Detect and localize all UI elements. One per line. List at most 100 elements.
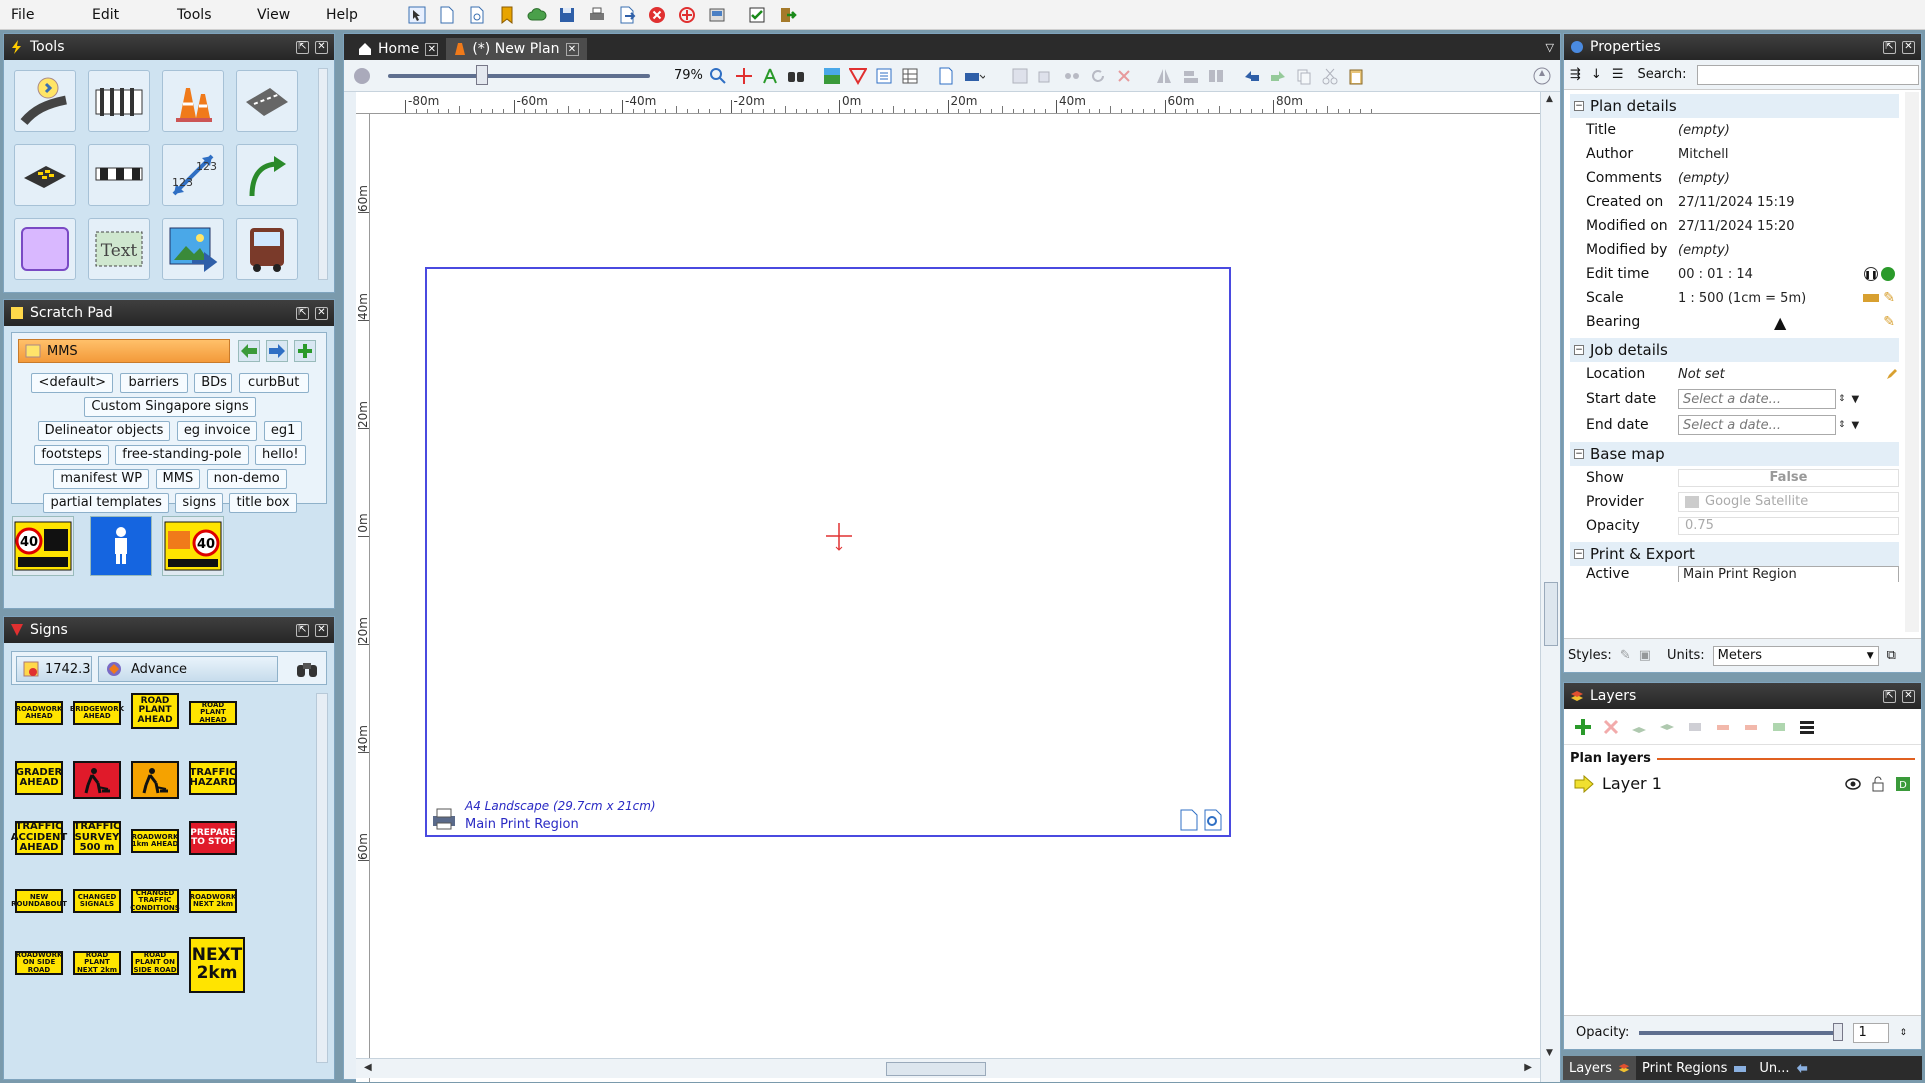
- lock-icon[interactable]: [1871, 776, 1885, 792]
- pin-icon[interactable]: ⇱: [296, 40, 309, 54]
- globe-icon[interactable]: [354, 67, 370, 84]
- show-toggle[interactable]: False: [1678, 469, 1899, 487]
- sign-category-select[interactable]: Advance: [98, 656, 278, 682]
- pin-icon[interactable]: ⇱: [1883, 40, 1896, 54]
- sign-item[interactable]: TRAFFIC HAZARD: [189, 761, 237, 795]
- section-job-details[interactable]: − Job details: [1570, 338, 1899, 362]
- reset-icon[interactable]: [1881, 267, 1895, 281]
- undo-icon[interactable]: [1243, 67, 1261, 85]
- edit-icon[interactable]: [1885, 367, 1899, 381]
- tab-new-plan[interactable]: (*) New Plan ✕: [446, 38, 587, 60]
- crosshair-icon[interactable]: [735, 67, 753, 85]
- close-icon[interactable]: ✕: [315, 306, 328, 320]
- tabs-dropdown-icon[interactable]: ▽: [1546, 41, 1554, 54]
- close-icon[interactable]: ✕: [315, 623, 328, 637]
- properties-scrollbar[interactable]: [1905, 92, 1919, 632]
- property-row[interactable]: Created on 27/11/2024 15:19: [1570, 190, 1899, 214]
- image-tool-icon[interactable]: [162, 218, 224, 280]
- close-icon[interactable]: ✕: [1902, 689, 1915, 703]
- d-badge-icon[interactable]: D: [1895, 776, 1911, 792]
- menu-edit[interactable]: Edit: [82, 0, 167, 30]
- filter-icon[interactable]: [848, 67, 867, 85]
- pin-icon[interactable]: ⇱: [1883, 689, 1896, 703]
- open-icon[interactable]: [464, 3, 490, 27]
- road-light-tool-icon[interactable]: [14, 70, 76, 132]
- property-value[interactable]: 1 : 500 (1cm = 5m): [1678, 291, 1863, 306]
- pin-icon[interactable]: ⇱: [296, 623, 309, 637]
- export-icon[interactable]: [614, 3, 640, 27]
- calendar-dropdown-icon[interactable]: ▼: [1852, 394, 1860, 405]
- menu-tools[interactable]: Tools: [167, 0, 247, 30]
- sign-item[interactable]: ROADWORK ON SIDE ROAD: [15, 951, 63, 975]
- select-icon[interactable]: [404, 3, 430, 27]
- calendar-dropdown-icon[interactable]: ▼: [1852, 420, 1860, 431]
- property-row[interactable]: Edit time 00 : 01 : 14 ❚❚: [1570, 262, 1899, 286]
- sign-item[interactable]: BRIDGEWORK AHEAD: [70, 701, 124, 725]
- sign-code-select[interactable]: 1742.3: [16, 656, 92, 682]
- check-icon[interactable]: [744, 3, 770, 27]
- sign-item[interactable]: TRAFFIC ACCIDENT AHEAD: [11, 821, 67, 855]
- target-icon[interactable]: [674, 3, 700, 27]
- scanner-icon[interactable]: [704, 3, 730, 27]
- scratch-chip[interactable]: <default>: [31, 373, 114, 393]
- layer-opacity-slider-thumb[interactable]: [1833, 1022, 1844, 1041]
- location-value[interactable]: Not set: [1678, 367, 1885, 382]
- sign-item[interactable]: CHANGED TRAFFIC CONDITIONS: [130, 889, 180, 913]
- tab-home[interactable]: Home ✕: [350, 38, 446, 60]
- scratch-item-roadwork-40[interactable]: 40: [162, 516, 224, 576]
- layer-row[interactable]: Layer 1 D: [1564, 766, 1921, 793]
- edit-icon[interactable]: ✎: [1883, 314, 1895, 330]
- property-value[interactable]: Mitchell: [1678, 147, 1899, 162]
- cones-tool-icon[interactable]: [162, 70, 224, 132]
- scratch-chip[interactable]: MMS: [155, 469, 201, 489]
- ruler-icon[interactable]: [1863, 294, 1880, 302]
- provider-select[interactable]: Google Satellite: [1678, 492, 1899, 512]
- layer-opacity-slider[interactable]: [1639, 1022, 1844, 1041]
- sign-item[interactable]: ROAD PLANT NEXT 2km: [73, 951, 121, 975]
- property-value[interactable]: 00 : 01 : 14: [1678, 267, 1864, 282]
- scratch-chip[interactable]: title box: [229, 493, 297, 513]
- section-plan-details[interactable]: − Plan details: [1570, 94, 1899, 118]
- canvas-vscroll-thumb[interactable]: [1544, 582, 1558, 646]
- sign-item[interactable]: ROAD PLANT AHEAD: [189, 701, 237, 725]
- table-icon[interactable]: [901, 67, 919, 85]
- spin-icon[interactable]: ⇕: [1838, 420, 1846, 430]
- section-base-map[interactable]: − Base map: [1570, 442, 1899, 466]
- layer-opacity-input[interactable]: 1: [1853, 1022, 1890, 1043]
- add-folder-icon[interactable]: [294, 340, 316, 362]
- paste-icon[interactable]: [1347, 67, 1365, 85]
- cloud-icon[interactable]: [524, 3, 550, 27]
- close-icon[interactable]: ✕: [425, 42, 439, 56]
- scratch-chip[interactable]: eg1: [263, 421, 303, 441]
- property-value[interactable]: (empty): [1678, 171, 1899, 186]
- zoom-slider-thumb[interactable]: [476, 64, 488, 85]
- scratch-chip[interactable]: BDs: [194, 373, 233, 393]
- snap-icon[interactable]: [761, 67, 779, 85]
- layer-list-icon[interactable]: [1798, 718, 1816, 736]
- scratch-chip[interactable]: Delineator objects: [37, 421, 171, 441]
- styles-icon[interactable]: ✎: [1620, 648, 1631, 663]
- exit-icon[interactable]: [774, 3, 800, 27]
- active-region-select[interactable]: Main Print Region: [1678, 566, 1899, 582]
- sign-item[interactable]: NEW ROUNDABOUT: [11, 889, 67, 913]
- pause-icon[interactable]: ❚❚: [1864, 267, 1878, 281]
- property-row[interactable]: Modified on 27/11/2024 15:20: [1570, 214, 1899, 238]
- categorized-icon[interactable]: ⇶: [1570, 67, 1581, 82]
- sign-item[interactable]: TRAFFIC SURVEY 500 m: [73, 821, 121, 855]
- menu-file[interactable]: File: [0, 0, 82, 30]
- zoom-slider[interactable]: [388, 64, 650, 85]
- scroll-left-icon[interactable]: ◀: [364, 1062, 372, 1073]
- scratch-chip[interactable]: non-demo: [206, 469, 287, 489]
- keypad-tool-icon[interactable]: [14, 144, 76, 206]
- sign-item[interactable]: ROADWORK NEXT 2km: [189, 889, 237, 913]
- scratch-chip[interactable]: barriers: [119, 373, 188, 393]
- shape-tool-icon[interactable]: [14, 218, 76, 280]
- scratch-chip[interactable]: signs: [175, 493, 224, 513]
- new-icon[interactable]: [434, 3, 460, 27]
- property-row[interactable]: Comments (empty): [1570, 166, 1899, 190]
- spin-icon[interactable]: ⇕: [1838, 394, 1846, 404]
- vehicle-tool-icon[interactable]: [236, 218, 298, 280]
- scratch-item-pedestrian[interactable]: [90, 516, 152, 576]
- page-setup-icon[interactable]: [1179, 809, 1199, 831]
- list-view-icon[interactable]: ☰: [1612, 67, 1624, 82]
